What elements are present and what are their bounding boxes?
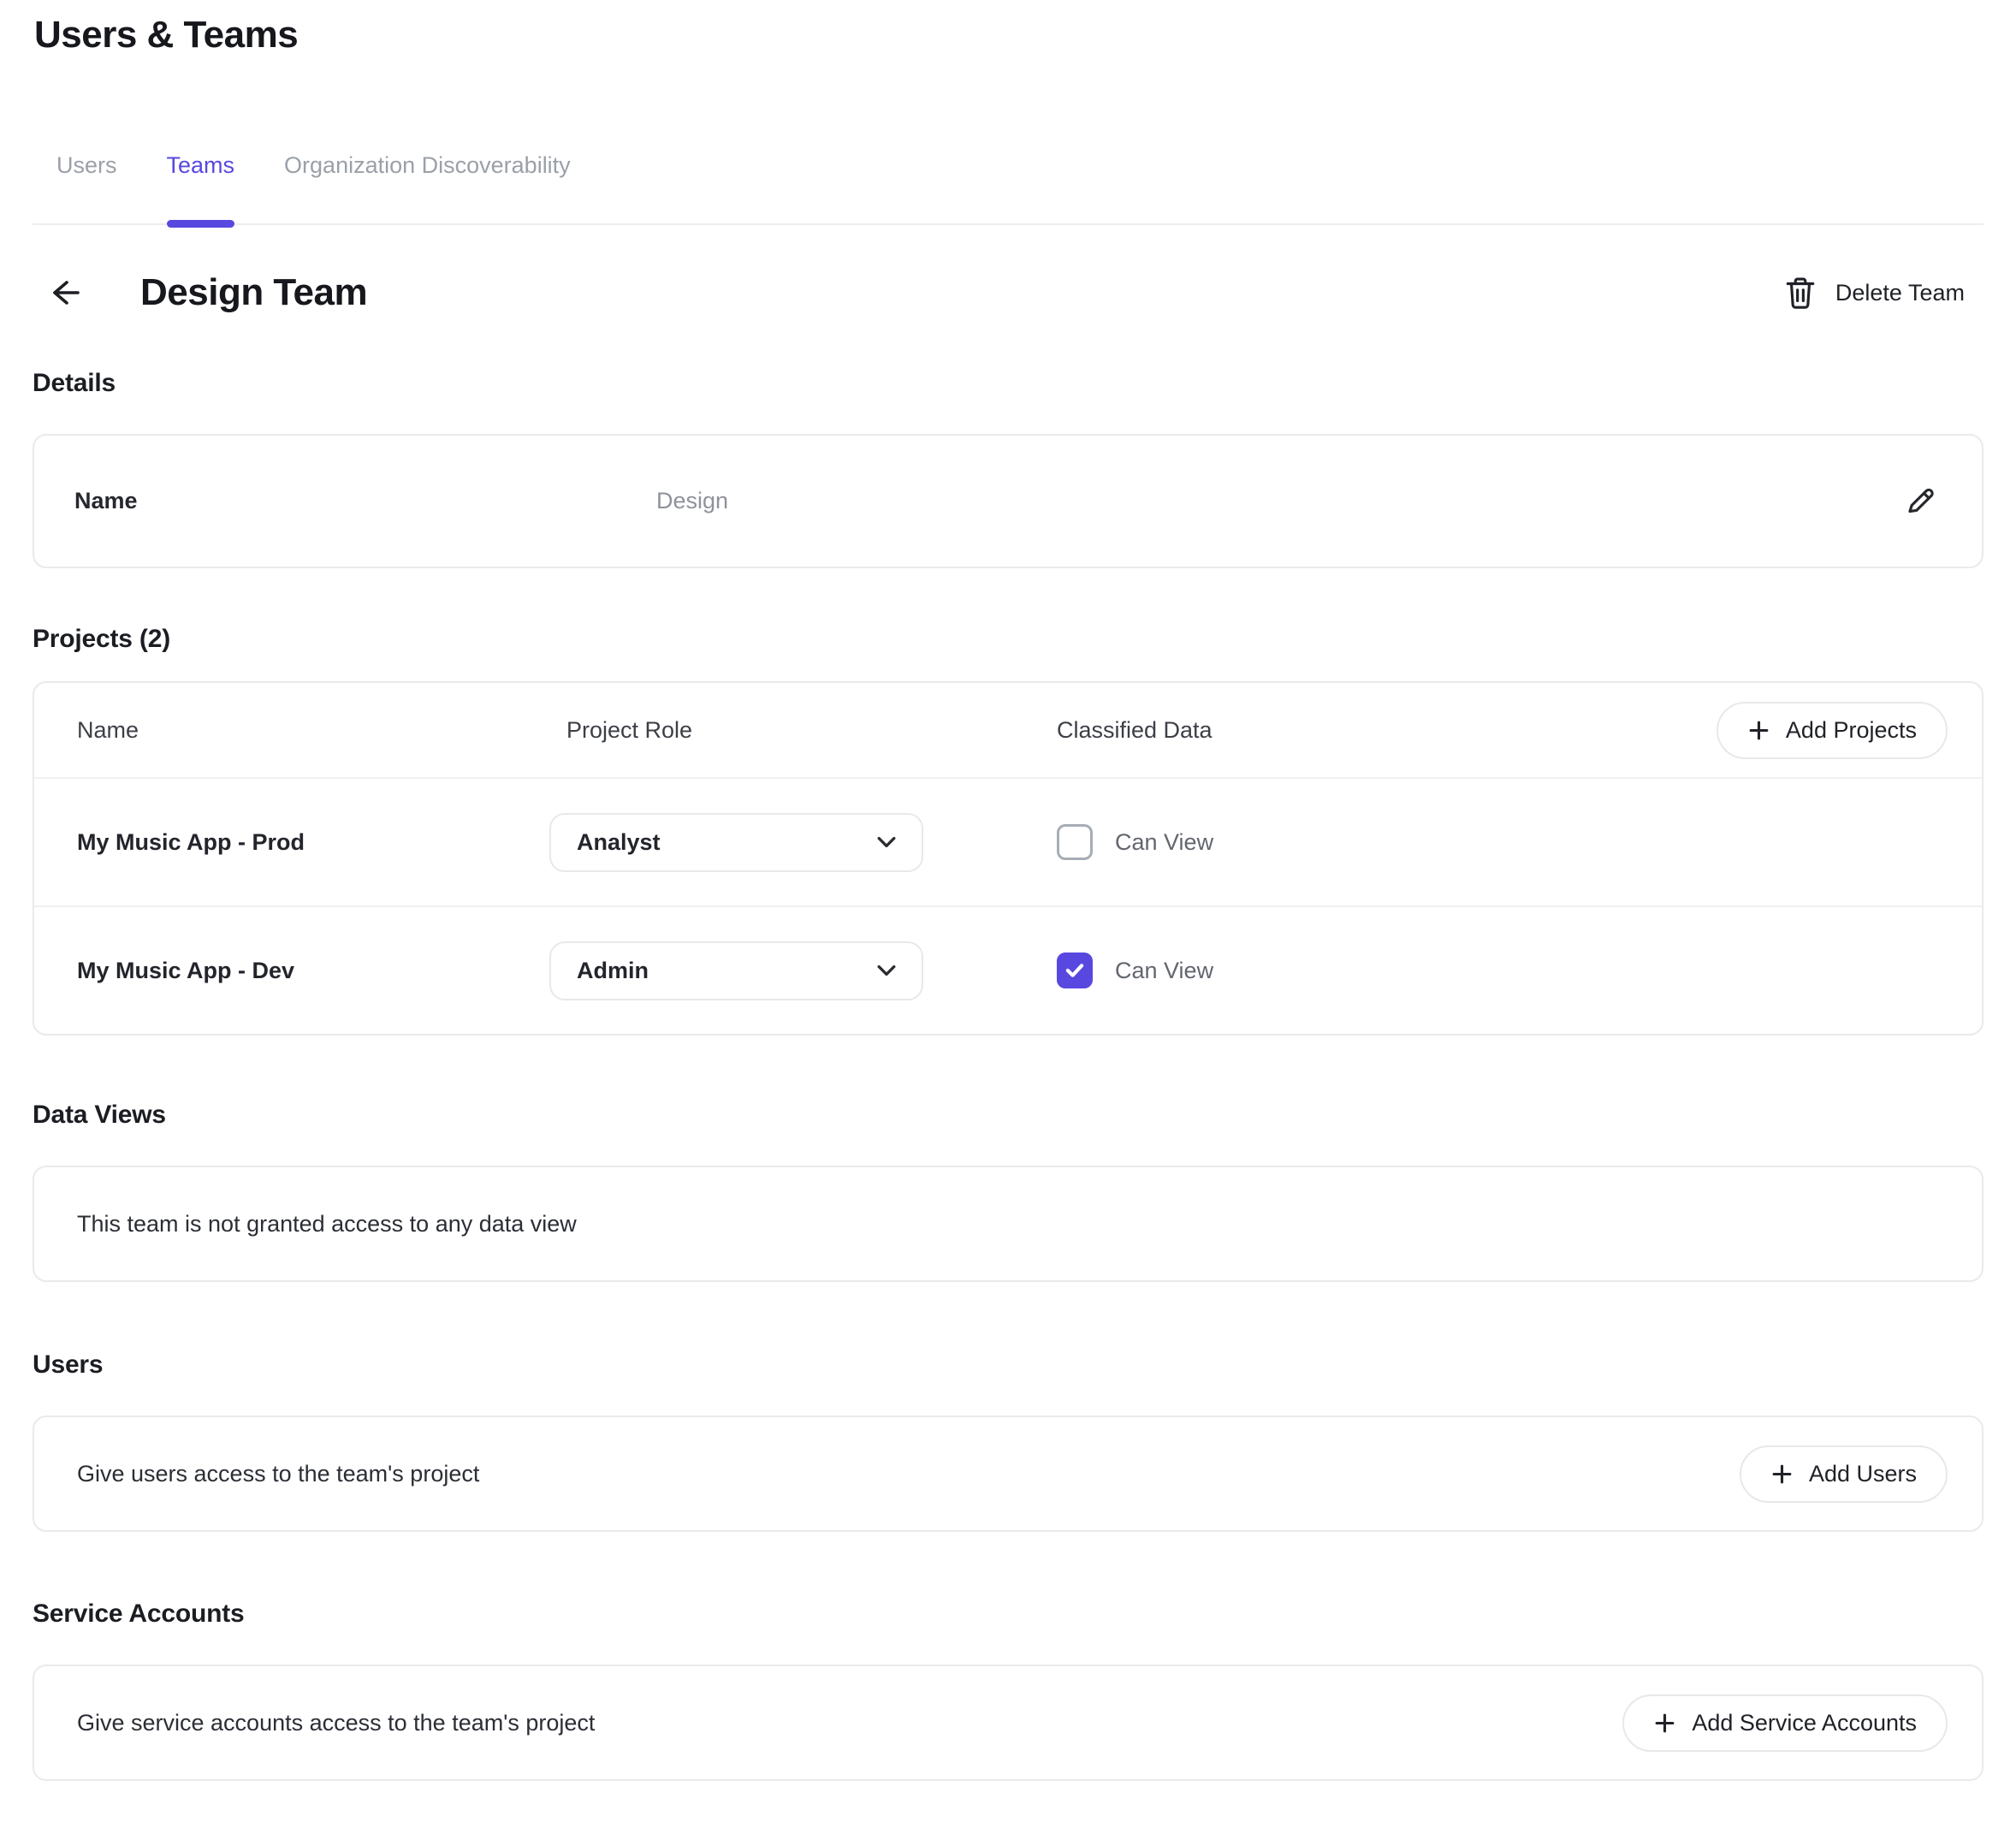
tab-organization-discoverability[interactable]: Organization Discoverability	[284, 152, 571, 223]
project-role-select[interactable]: Analyst	[549, 813, 923, 872]
service-accounts-card: Give service accounts access to the team…	[33, 1665, 1983, 1781]
column-header-name: Name	[77, 717, 566, 744]
project-name: My Music App - Dev	[77, 958, 566, 984]
projects-header-row: Name Project Role Classified Data Add Pr…	[34, 683, 1982, 777]
data-views-empty-text: This team is not granted access to any d…	[77, 1211, 577, 1237]
back-button[interactable]	[44, 273, 84, 312]
column-header-classified-data: Classified Data	[1057, 717, 1717, 744]
delete-team-button[interactable]: Delete Team	[1784, 275, 1965, 311]
service-accounts-empty-text: Give service accounts access to the team…	[77, 1710, 595, 1736]
page: Users & Teams Users Teams Organization D…	[0, 14, 2016, 1781]
users-heading: Users	[33, 1350, 1983, 1380]
team-header: Design Team Delete Team	[33, 271, 1983, 314]
name-label: Name	[74, 488, 656, 514]
can-view-checkbox[interactable]	[1057, 824, 1093, 860]
project-name: My Music App - Prod	[77, 829, 566, 856]
tab-teams[interactable]: Teams	[167, 152, 235, 223]
add-projects-button[interactable]: Add Projects	[1717, 702, 1948, 759]
back-arrow-icon	[45, 274, 83, 312]
data-views-heading: Data Views	[33, 1101, 1983, 1130]
team-title: Design Team	[140, 271, 367, 314]
details-heading: Details	[33, 369, 1983, 398]
service-accounts-heading: Service Accounts	[33, 1600, 1983, 1629]
add-users-button[interactable]: Add Users	[1740, 1445, 1948, 1503]
add-users-label: Add Users	[1809, 1461, 1917, 1487]
plus-icon	[1653, 1712, 1676, 1735]
delete-team-label: Delete Team	[1835, 280, 1965, 306]
table-row: My Music App - Prod Analyst Can View	[34, 777, 1982, 905]
column-header-project-role: Project Role	[566, 717, 1057, 744]
tab-users[interactable]: Users	[56, 152, 117, 223]
users-card: Give users access to the team's project …	[33, 1416, 1983, 1532]
chevron-down-icon	[877, 836, 896, 848]
plus-icon	[1770, 1463, 1794, 1486]
add-service-accounts-button[interactable]: Add Service Accounts	[1622, 1694, 1948, 1752]
can-view-label: Can View	[1115, 958, 1213, 984]
pencil-icon	[1901, 484, 1937, 519]
trash-icon	[1784, 275, 1817, 311]
users-empty-text: Give users access to the team's project	[77, 1461, 479, 1487]
tab-bar: Users Teams Organization Discoverability	[33, 152, 1983, 225]
projects-heading: Projects (2)	[33, 625, 1983, 654]
can-view-checkbox[interactable]	[1057, 953, 1093, 988]
add-service-accounts-label: Add Service Accounts	[1692, 1710, 1917, 1736]
project-role-value: Analyst	[577, 829, 661, 856]
edit-name-button[interactable]	[1901, 484, 1937, 519]
table-row: My Music App - Dev Admin Can View	[34, 905, 1982, 1034]
data-views-card: This team is not granted access to any d…	[33, 1166, 1983, 1282]
chevron-down-icon	[877, 964, 896, 976]
plus-icon	[1747, 719, 1770, 742]
can-view-label: Can View	[1115, 829, 1213, 856]
details-card: Name Design	[33, 434, 1983, 568]
page-title: Users & Teams	[34, 14, 1983, 56]
name-value: Design	[656, 488, 1901, 514]
project-role-value: Admin	[577, 958, 649, 984]
projects-table: Name Project Role Classified Data Add Pr…	[33, 681, 1983, 1036]
add-projects-label: Add Projects	[1786, 717, 1917, 744]
check-icon	[1064, 959, 1086, 982]
project-role-select[interactable]: Admin	[549, 941, 923, 1000]
